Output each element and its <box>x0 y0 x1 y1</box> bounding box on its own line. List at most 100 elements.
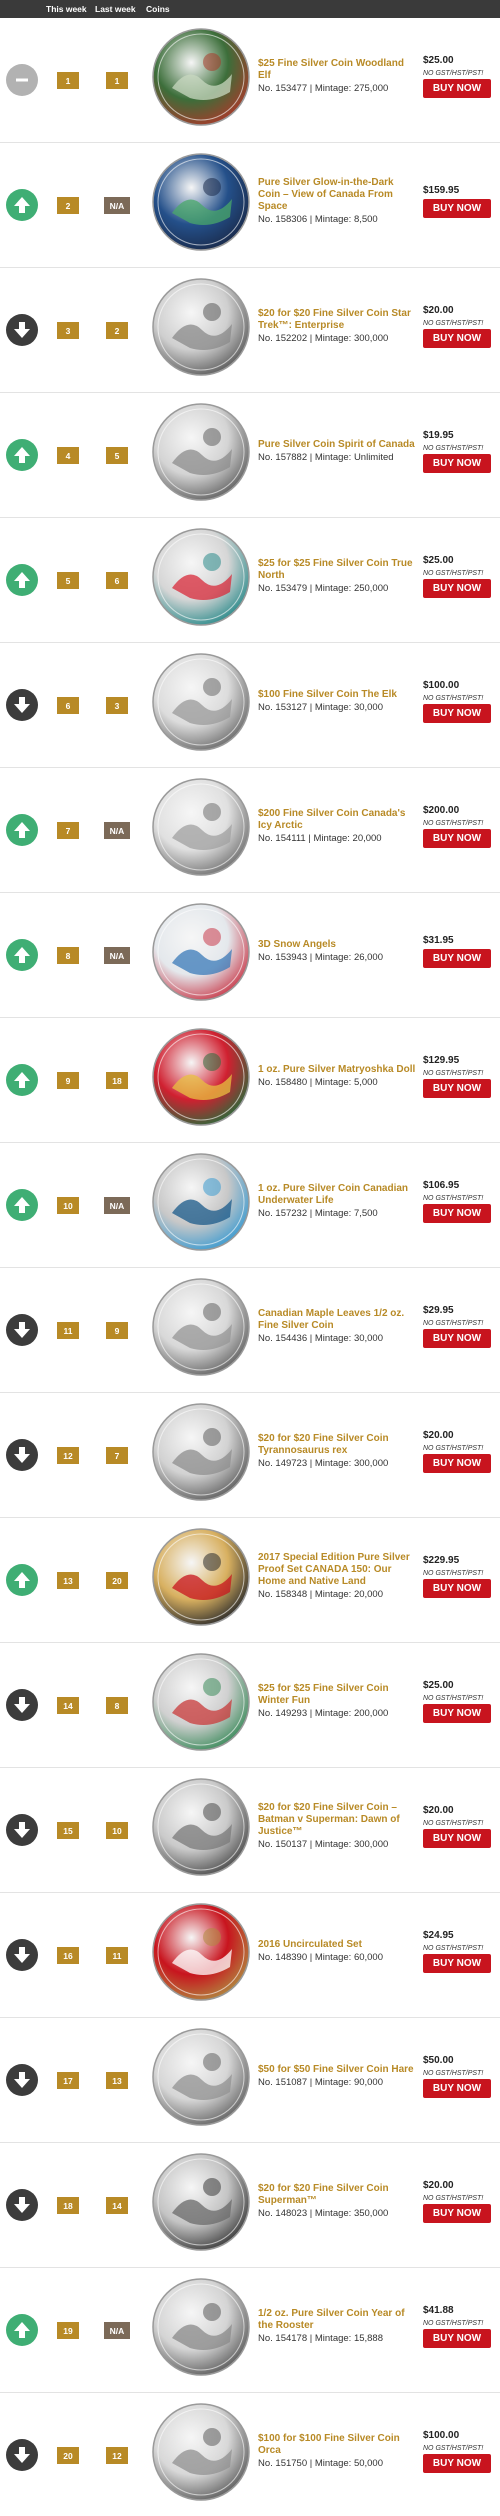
matryoshka-doll-coin[interactable] <box>150 1026 252 1128</box>
coin-number-mintage: No. 153943 | Mintage: 26,000 <box>258 952 384 963</box>
tax-note: NO GST/HST/PST! <box>423 695 484 702</box>
buy-now-button[interactable]: BUY NOW <box>423 2454 491 2473</box>
coin-title-link[interactable]: $20 for $20 Fine Silver Coin Superman™ <box>258 2183 418 2207</box>
coin-number-mintage: No. 148023 | Mintage: 350,000 <box>258 2208 389 2219</box>
coin-info: $25 Fine Silver Coin Woodland Elf No. 153… <box>258 58 418 95</box>
coin-title-link[interactable]: $25 Fine Silver Coin Woodland Elf <box>258 58 418 82</box>
coin-title-link[interactable]: $20 for $20 Fine Silver Coin Star Trek™:… <box>258 308 418 332</box>
superman-coin[interactable] <box>150 2151 252 2253</box>
coin-title-link[interactable]: $50 for $50 Fine Silver Coin Hare <box>258 2064 418 2076</box>
rank-this-week: 17 <box>57 2072 79 2089</box>
buy-now-button[interactable]: BUY NOW <box>423 1954 491 1973</box>
buy-now-button[interactable]: BUY NOW <box>423 79 491 98</box>
underwater-life-coin[interactable] <box>150 1151 252 1253</box>
buy-now-button[interactable]: BUY NOW <box>423 2329 491 2348</box>
buy-now-button[interactable]: BUY NOW <box>423 1204 491 1223</box>
rank-this-week: 9 <box>57 1072 79 1089</box>
elk-coin[interactable] <box>150 651 252 753</box>
coin-number-mintage: No. 153479 | Mintage: 250,000 <box>258 583 389 594</box>
price-box: $159.95 BUY NOW <box>423 185 497 218</box>
tyrannosaurus-rex-coin[interactable] <box>150 1401 252 1503</box>
table-row: 2 N/A Pure Silver Glow-in-the-Dark Coin – … <box>0 143 500 268</box>
coin-title-link[interactable]: Pure Silver Glow-in-the-Dark Coin – View… <box>258 177 418 213</box>
buy-now-button[interactable]: BUY NOW <box>423 329 491 348</box>
coin-number-mintage: No. 152202 | Mintage: 300,000 <box>258 333 389 344</box>
buy-now-button[interactable]: BUY NOW <box>423 1704 491 1723</box>
coin-title-link[interactable]: 1 oz. Pure Silver Coin Canadian Underwat… <box>258 1183 418 1207</box>
buy-now-button[interactable]: BUY NOW <box>423 1329 491 1348</box>
icy-arctic-coin[interactable] <box>150 776 252 878</box>
price: $100.00 <box>423 680 460 691</box>
canada-from-space-coin[interactable] <box>150 151 252 253</box>
price: $129.95 <box>423 1055 460 1066</box>
coin-title-link[interactable]: $100 Fine Silver Coin The Elk <box>258 689 418 701</box>
year-of-rooster-coin[interactable] <box>150 2276 252 2378</box>
coin-title-link[interactable]: 3D Snow Angels <box>258 939 418 951</box>
header-this-week: This week <box>46 4 87 14</box>
buy-now-button[interactable]: BUY NOW <box>423 1829 491 1848</box>
woodland-elf-coin[interactable] <box>150 26 252 128</box>
price-box: $100.00 NO GST/HST/PST! BUY NOW <box>423 680 497 723</box>
maple-leaves-coin[interactable] <box>150 1276 252 1378</box>
coin-info: $20 for $20 Fine Silver Coin Tyrannosaur… <box>258 1433 418 1470</box>
buy-now-button[interactable]: BUY NOW <box>423 1079 491 1098</box>
coin-info: $25 for $25 Fine Silver Coin Winter Fun N… <box>258 1683 418 1720</box>
true-north-coin[interactable] <box>150 526 252 628</box>
tax-note: NO GST/HST/PST! <box>423 70 484 77</box>
rank-last-week: N/A <box>104 2322 130 2339</box>
tax-note: NO GST/HST/PST! <box>423 820 484 827</box>
arrow-down-icon <box>6 2439 38 2471</box>
winter-fun-coin[interactable] <box>150 1651 252 1753</box>
coin-title-link[interactable]: Pure Silver Coin Spirit of Canada <box>258 439 418 451</box>
buy-now-button[interactable]: BUY NOW <box>423 949 491 968</box>
buy-now-button[interactable]: BUY NOW <box>423 2204 491 2223</box>
rank-last-week: 1 <box>106 72 128 89</box>
coin-title-link[interactable]: $20 for $20 Fine Silver Coin Tyrannosaur… <box>258 1433 418 1457</box>
coin-info: Pure Silver Glow-in-the-Dark Coin – View… <box>258 177 418 226</box>
spirit-of-canada-coin[interactable] <box>150 401 252 503</box>
buy-now-button[interactable]: BUY NOW <box>423 1579 491 1598</box>
rank-last-week: N/A <box>104 1197 130 1214</box>
coin-title-link[interactable]: $20 for $20 Fine Silver Coin – Batman v … <box>258 1802 418 1838</box>
canada-150-proof-set[interactable] <box>150 1526 252 1628</box>
coin-title-link[interactable]: $100 for $100 Fine Silver Coin Orca <box>258 2433 418 2457</box>
rank-this-week: 4 <box>57 447 79 464</box>
price-box: $24.95 NO GST/HST/PST! BUY NOW <box>423 1930 497 1973</box>
coin-title-link[interactable]: $25 for $25 Fine Silver Coin Winter Fun <box>258 1683 418 1707</box>
header-coins: Coins <box>146 4 170 14</box>
orca-coin[interactable] <box>150 2401 252 2503</box>
hare-coin[interactable] <box>150 2026 252 2128</box>
coin-title-link[interactable]: 2016 Uncirculated Set <box>258 1939 418 1951</box>
arrow-down-icon <box>6 2189 38 2221</box>
price: $106.95 <box>423 1180 460 1191</box>
rank-last-week: 12 <box>106 2447 128 2464</box>
buy-now-button[interactable]: BUY NOW <box>423 579 491 598</box>
buy-now-button[interactable]: BUY NOW <box>423 199 491 218</box>
buy-now-button[interactable]: BUY NOW <box>423 454 491 473</box>
price: $229.95 <box>423 1555 460 1566</box>
coin-title-link[interactable]: 1/2 oz. Pure Silver Coin Year of the Roo… <box>258 2308 418 2332</box>
table-row: 11 9 Canadian Maple Leaves 1/2 oz. Fine Si… <box>0 1268 500 1393</box>
tax-note: NO GST/HST/PST! <box>423 570 484 577</box>
coin-title-link[interactable]: 2017 Special Edition Pure Silver Proof S… <box>258 1552 418 1588</box>
coin-info: Canadian Maple Leaves 1/2 oz. Fine Silve… <box>258 1308 418 1345</box>
table-row: 10 N/A 1 oz. Pure Silver Coin Canadian Und… <box>0 1143 500 1268</box>
coin-title-link[interactable]: Canadian Maple Leaves 1/2 oz. Fine Silve… <box>258 1308 418 1332</box>
buy-now-button[interactable]: BUY NOW <box>423 2079 491 2098</box>
buy-now-button[interactable]: BUY NOW <box>423 1454 491 1473</box>
uncirculated-set[interactable] <box>150 1901 252 2003</box>
table-row: 15 10 $20 for $20 Fine Silver Coin – Batma… <box>0 1768 500 1893</box>
coin-title-link[interactable]: $25 for $25 Fine Silver Coin True North <box>258 558 418 582</box>
coin-title-link[interactable]: 1 oz. Pure Silver Matryoshka Doll <box>258 1064 418 1076</box>
tax-note: NO GST/HST/PST! <box>423 320 484 327</box>
snow-angels-coin[interactable] <box>150 901 252 1003</box>
star-trek-enterprise-coin[interactable] <box>150 276 252 378</box>
buy-now-button[interactable]: BUY NOW <box>423 829 491 848</box>
batman-v-superman-coin[interactable] <box>150 1776 252 1878</box>
arrow-down-icon <box>6 2064 38 2096</box>
price-box: $20.00 NO GST/HST/PST! BUY NOW <box>423 305 497 348</box>
tax-note: NO GST/HST/PST! <box>423 445 484 452</box>
rank-this-week: 16 <box>57 1947 79 1964</box>
coin-title-link[interactable]: $200 Fine Silver Coin Canada's Icy Arcti… <box>258 808 418 832</box>
buy-now-button[interactable]: BUY NOW <box>423 704 491 723</box>
